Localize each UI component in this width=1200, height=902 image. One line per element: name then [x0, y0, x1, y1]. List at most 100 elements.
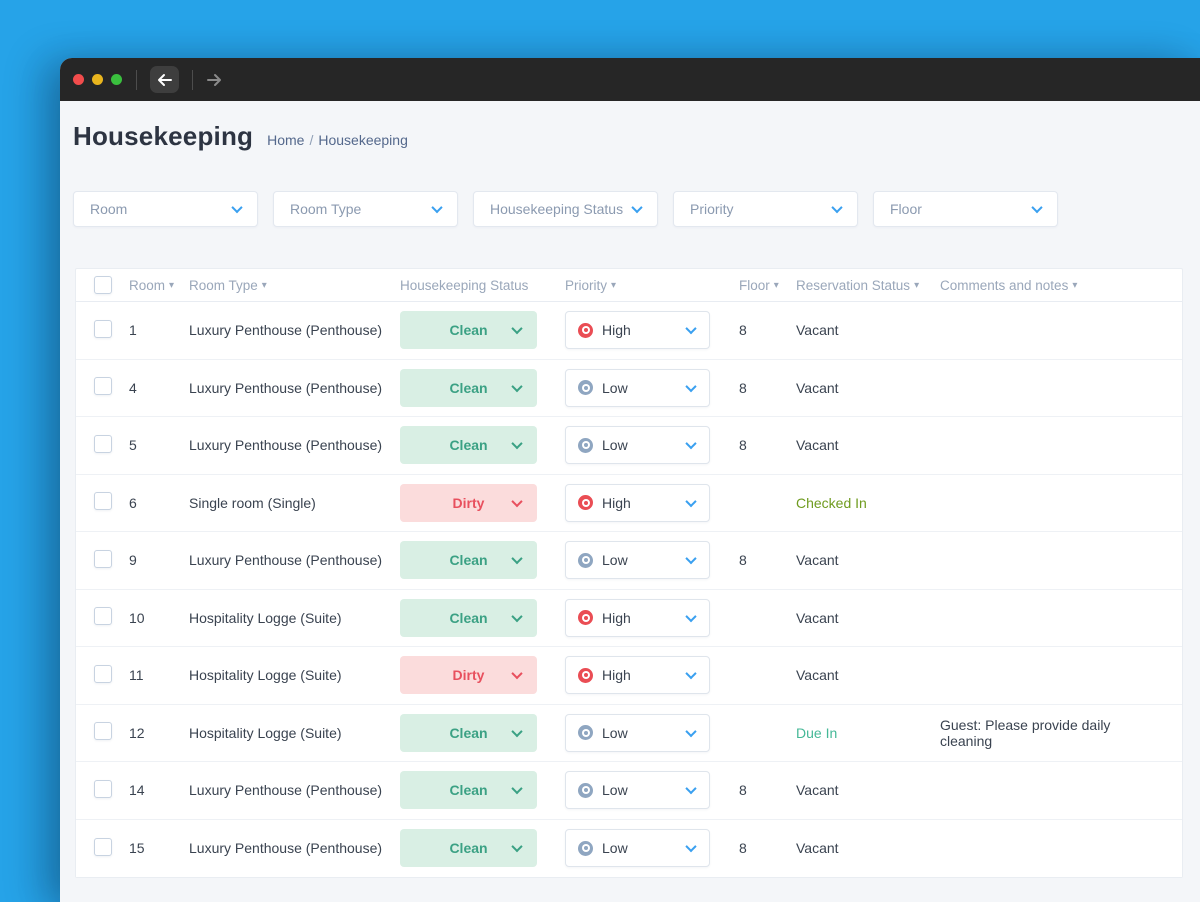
chevron-down-icon	[511, 841, 523, 853]
row-checkbox[interactable]	[94, 722, 112, 741]
priority-select[interactable]: Low	[565, 368, 710, 407]
column-header-priority[interactable]: Priority ▾	[565, 278, 739, 293]
maximize-window-button[interactable]	[111, 74, 122, 85]
room-type: Luxury Penthouse (Penthouse)	[189, 840, 383, 857]
back-button[interactable]	[150, 66, 179, 93]
row-checkbox[interactable]	[94, 434, 112, 453]
room-type: Single room (Single)	[189, 494, 316, 511]
filter-room-type-select[interactable]: Room Type	[273, 191, 458, 227]
housekeeping-status-select[interactable]: Dirty	[400, 483, 537, 522]
reservation-status: Vacant	[796, 322, 839, 339]
housekeeping-status-select[interactable]: Clean	[400, 368, 537, 407]
row-checkbox[interactable]	[94, 492, 112, 511]
priority-select[interactable]: High	[565, 311, 710, 350]
row-checkbox[interactable]	[94, 779, 112, 798]
filter-priority-placeholder: Priority	[690, 201, 734, 217]
housekeeping-status-select[interactable]: Clean	[400, 713, 537, 752]
desktop-background: Housekeeping Home / Housekeeping Room Room…	[0, 0, 1200, 902]
housekeeping-status-select[interactable]: Clean	[400, 829, 537, 868]
chevron-down-icon	[431, 201, 443, 214]
priority-select[interactable]: Low	[565, 713, 710, 752]
priority-value: Low	[602, 552, 628, 569]
table-row: 14 Luxury Penthouse (Penthouse) Clean Lo…	[76, 762, 1182, 820]
table-row: 12 Hospitality Logge (Suite) Clean Low D…	[76, 704, 1182, 762]
housekeeping-status-select[interactable]: Dirty	[400, 656, 537, 695]
priority-select[interactable]: Low	[565, 426, 710, 465]
floor-value: 8	[739, 322, 747, 339]
room-number: 15	[129, 840, 145, 857]
priority-dot-icon	[578, 725, 593, 741]
room-type: Luxury Penthouse (Penthouse)	[189, 322, 383, 339]
priority-value: High	[602, 609, 631, 626]
room-number: 11	[129, 667, 144, 684]
housekeeping-status-value: Clean	[449, 552, 488, 569]
table-row: 11 Hospitality Logge (Suite) Dirty High …	[76, 647, 1182, 705]
housekeeping-status-select[interactable]: Clean	[400, 541, 537, 580]
row-checkbox[interactable]	[94, 664, 112, 683]
room-number: 9	[129, 552, 137, 569]
column-header-reservation-status[interactable]: Reservation Status ▾	[796, 278, 940, 293]
row-checkbox[interactable]	[94, 319, 112, 338]
reservation-status: Due In	[796, 724, 838, 741]
priority-value: High	[602, 667, 631, 684]
column-header-room-type[interactable]: Room Type ▾	[189, 278, 400, 293]
housekeeping-status-select[interactable]: Clean	[400, 311, 537, 350]
floor-value: 8	[739, 782, 747, 799]
row-checkbox[interactable]	[94, 549, 112, 568]
priority-value: Low	[602, 437, 628, 454]
reservation-status: Vacant	[796, 782, 839, 799]
priority-select[interactable]: Low	[565, 829, 710, 868]
housekeeping-status-select[interactable]: Clean	[400, 771, 537, 810]
priority-select[interactable]: High	[565, 483, 710, 522]
priority-value: High	[602, 322, 631, 339]
row-checkbox[interactable]	[94, 377, 112, 396]
page-title: Housekeeping	[73, 121, 254, 151]
priority-value: High	[602, 494, 631, 511]
chevron-down-icon	[511, 668, 523, 680]
reservation-status: Vacant	[796, 609, 839, 626]
room-number: 5	[129, 437, 137, 454]
priority-select[interactable]: Low	[565, 541, 710, 580]
forward-button[interactable]	[206, 73, 222, 87]
priority-select[interactable]: High	[565, 656, 710, 695]
breadcrumb-home-link[interactable]: Home	[267, 132, 304, 148]
chevron-down-icon	[631, 201, 643, 214]
housekeeping-status-select[interactable]: Clean	[400, 598, 537, 637]
column-header-room[interactable]: Room ▾	[129, 278, 189, 293]
filter-floor-select[interactable]: Floor	[873, 191, 1058, 227]
filter-room-select[interactable]: Room	[73, 191, 258, 227]
priority-dot-icon	[578, 495, 593, 511]
housekeeping-status-value: Clean	[449, 782, 488, 799]
select-all-checkbox[interactable]	[94, 276, 112, 294]
housekeeping-status-value: Dirty	[452, 494, 485, 511]
filter-housekeeping-status-select[interactable]: Housekeeping Status	[473, 191, 658, 227]
sort-caret-icon: ▾	[1072, 279, 1078, 291]
chevron-down-icon	[685, 438, 697, 450]
room-number: 14	[129, 782, 145, 799]
housekeeping-table: Room ▾ Room Type ▾ Housekeeping Status P…	[75, 268, 1183, 878]
row-checkbox[interactable]	[94, 607, 112, 626]
close-window-button[interactable]	[73, 74, 84, 85]
column-header-comments[interactable]: Comments and notes ▾	[940, 278, 1164, 293]
sort-caret-icon: ▾	[169, 279, 175, 291]
priority-select[interactable]: High	[565, 598, 710, 637]
room-type: Luxury Penthouse (Penthouse)	[189, 437, 383, 454]
room-type: Luxury Penthouse (Penthouse)	[189, 782, 383, 799]
filter-priority-select[interactable]: Priority	[673, 191, 858, 227]
room-number: 10	[129, 609, 145, 626]
chevron-down-icon	[685, 725, 697, 737]
priority-select[interactable]: Low	[565, 771, 710, 810]
comment-text: Guest: Please provide daily cleaning	[940, 716, 1111, 749]
column-header-floor[interactable]: Floor ▾	[739, 278, 796, 293]
forward-arrow-icon	[206, 73, 222, 87]
chevron-down-icon	[685, 323, 697, 335]
housekeeping-status-select[interactable]: Clean	[400, 426, 537, 465]
minimize-window-button[interactable]	[92, 74, 103, 85]
priority-dot-icon	[578, 782, 593, 798]
chevron-down-icon	[685, 380, 697, 392]
row-checkbox[interactable]	[94, 837, 112, 856]
priority-dot-icon	[578, 437, 593, 453]
table-row: 4 Luxury Penthouse (Penthouse) Clean Low…	[76, 359, 1182, 417]
back-arrow-icon	[157, 73, 173, 87]
floor-value: 8	[739, 840, 747, 857]
